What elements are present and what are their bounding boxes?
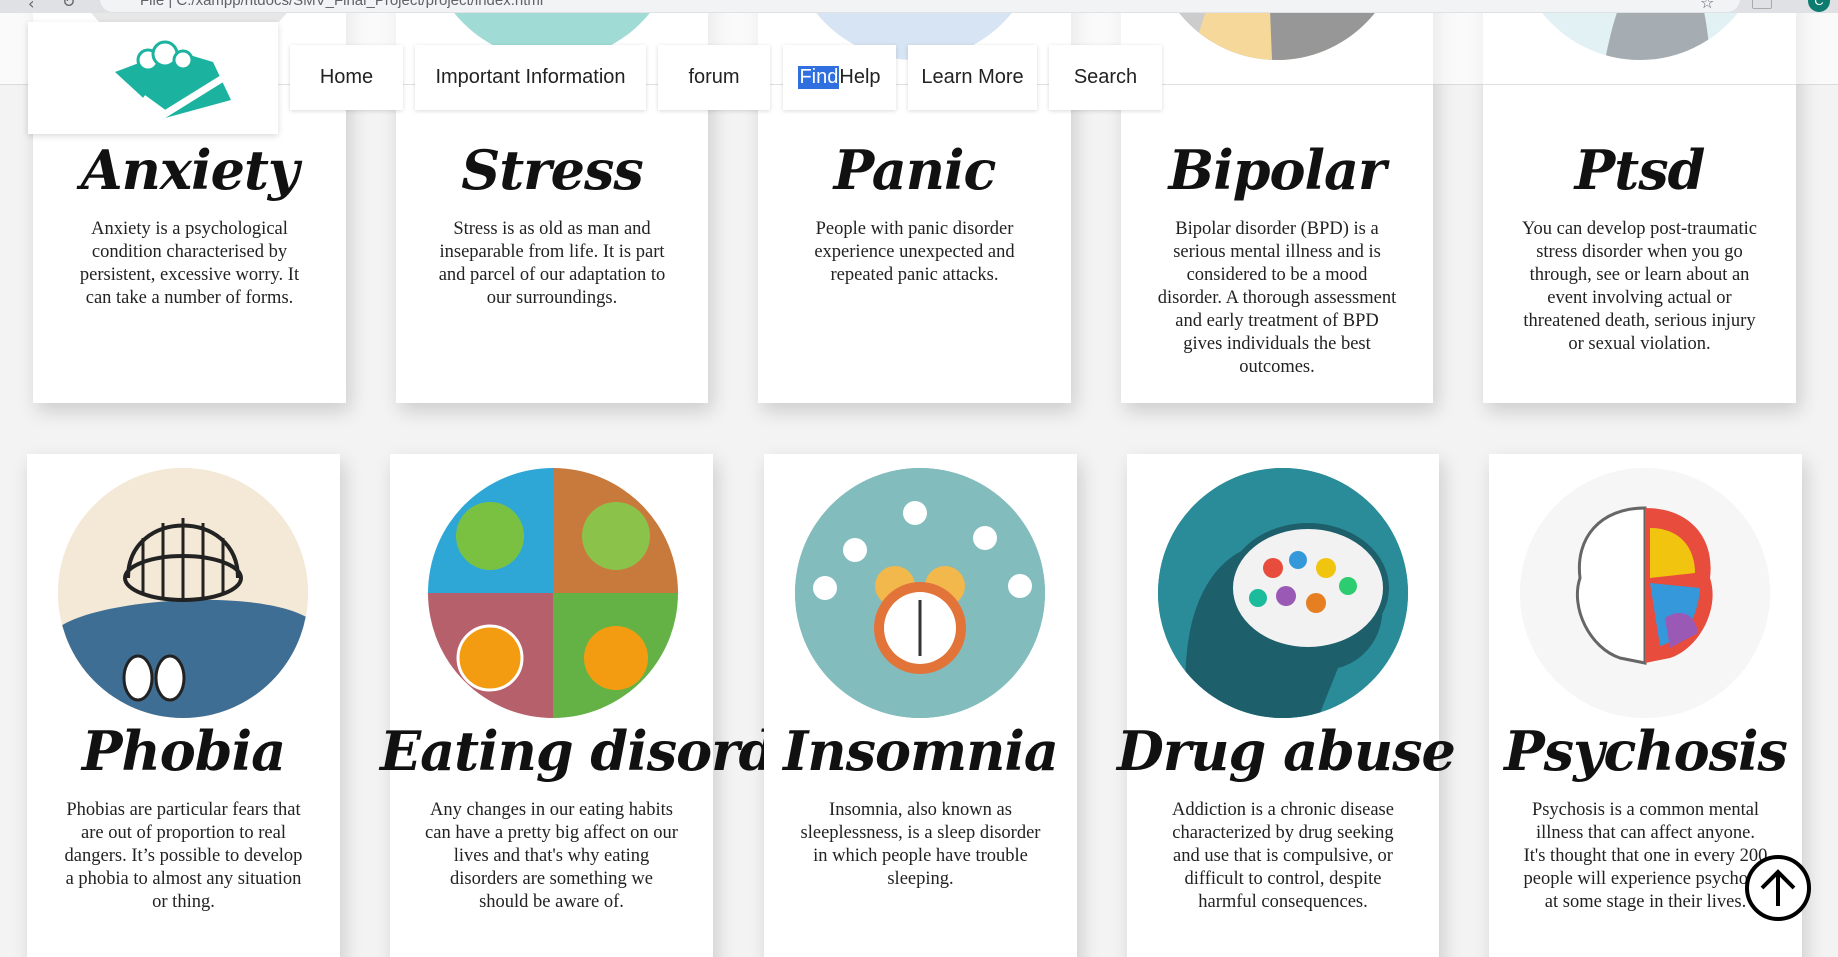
card-title: Anxiety [80,138,300,202]
card-title: Ptsd [1574,138,1706,202]
card-description: Insomnia, also known as sleeplessness, i… [800,800,1041,889]
back-arrow-icon[interactable]: ‹ [28,0,34,13]
card-title: Eating disorder [380,719,837,783]
site-logo[interactable] [28,22,278,134]
card-description: Psychosis is a common mental illness tha… [1523,800,1768,912]
insomnia-illustration [795,468,1045,718]
eating-disorder-illustration [428,468,678,718]
alarm-clock-icon [795,468,1045,718]
split-brain-icon [1520,468,1770,718]
card-description: Anxiety is a psychological condition cha… [79,219,300,308]
nav-important-information[interactable]: Important Information [415,45,646,110]
find-selected-text: Find [798,66,840,89]
arrow-up-icon [1760,869,1796,906]
card-title: Phobia [81,719,286,783]
card-description: Phobias are particular fears that are ou… [64,800,303,912]
card-description: Addiction is a chronic disease character… [1172,800,1394,912]
extension-icon[interactable] [1752,0,1772,9]
nav-forum[interactable]: forum [658,45,770,110]
reload-icon[interactable]: ↻ [62,0,75,11]
card-title: Bipolar [1168,138,1387,202]
nav-search[interactable]: Search [1049,45,1162,110]
psychosis-illustration [1520,468,1770,718]
scroll-to-top-button[interactable] [1745,855,1811,921]
card-title: Psychosis [1504,719,1788,783]
drug-abuse-illustration [1158,468,1408,718]
card-title: Drug abuse [1117,719,1456,783]
browser-toolbar: ‹ ↻ File | C:/xampp/htdocs/SMV_Final_Pro… [0,0,1838,13]
card-title: Stress [461,138,644,202]
nav-learn-label: Learn More [921,66,1024,88]
card-phobia: Phobia Phobias are particular fears that… [27,454,340,957]
card-eating-disorder: Eating disorder Any changes in our eatin… [380,454,837,957]
logo-icon [115,40,231,119]
nav-learn-more[interactable]: Learn More [908,45,1037,110]
card-title: Panic [833,138,997,202]
nav-search-label: Search [1073,66,1138,88]
caged-head-icon [58,468,308,718]
card-description: Stress is as old as man and inseparable … [438,219,666,308]
nav-find-help-label: Help [839,66,881,88]
nav-find-help[interactable]: Find Help [783,45,896,110]
nav-home[interactable]: Home [290,45,403,110]
nav-important-label: Important Information [435,66,626,88]
fruit-quadrants-icon [428,468,678,718]
bookmark-star-icon[interactable]: ☆ [1700,0,1714,12]
phobia-illustration [58,468,308,718]
card-description: Any changes in our eating habits can hav… [425,800,678,912]
card-title: Insomnia [783,719,1059,783]
card-description: You can develop post-traumatic stress di… [1522,219,1757,354]
nav-home-label: Home [319,66,374,88]
profile-avatar[interactable]: C [1808,0,1830,12]
card-description: People with panic disorder experience un… [814,219,1015,285]
nav-forum-label: forum [688,66,740,88]
card-drug-abuse: Drug abuse Addiction is a chronic diseas… [1117,454,1456,957]
card-insomnia: Insomnia Insomnia, also known as sleeple… [764,454,1077,957]
card-description: Bipolar disorder (BPD) is a serious ment… [1157,219,1397,377]
address-url[interactable]: File | C:/xampp/htdocs/SMV_Final_Project… [140,0,543,9]
pill-brain-icon [1158,468,1408,718]
